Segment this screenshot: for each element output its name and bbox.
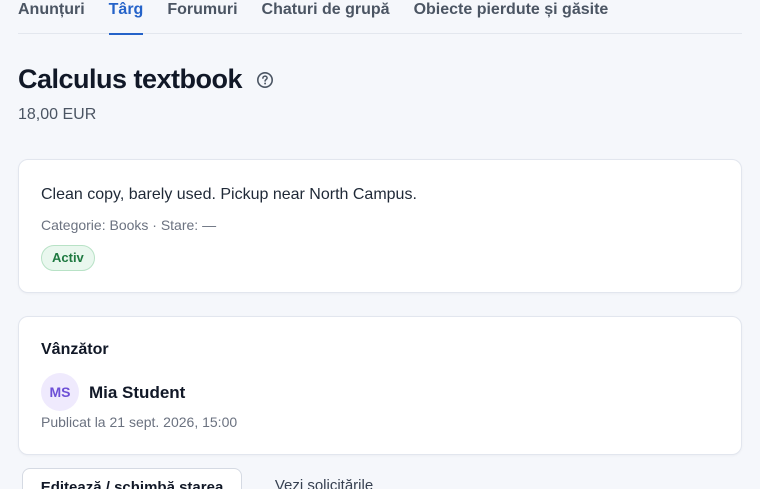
view-requests-link[interactable]: Vezi solicitările bbox=[259, 468, 389, 489]
seller-card: Vânzător MS Mia Student Publicat la 21 s… bbox=[18, 316, 742, 455]
listing-description: Clean copy, barely used. Pickup near Nor… bbox=[41, 186, 417, 203]
question-circle-icon[interactable] bbox=[256, 71, 274, 89]
nav-tabs: Anunțuri Târg Forumuri Chaturi de grupă … bbox=[18, 0, 742, 35]
tab-chaturi-de-grupa[interactable]: Chaturi de grupă bbox=[262, 0, 390, 34]
seller-name: Mia Student bbox=[89, 383, 186, 402]
seller-heading: Vânzător bbox=[41, 341, 109, 358]
edit-status-button[interactable]: Editează / schimbă starea bbox=[22, 468, 242, 489]
tab-targ[interactable]: Târg bbox=[108, 0, 143, 35]
status-badge: Activ bbox=[41, 245, 95, 271]
tab-anunturi[interactable]: Anunțuri bbox=[18, 0, 85, 34]
avatar: MS bbox=[41, 373, 79, 411]
tab-forumuri[interactable]: Forumuri bbox=[167, 0, 237, 34]
price: 18,00 EUR bbox=[18, 106, 97, 123]
published-date: Publicat la 21 sept. 2026, 15:00 bbox=[41, 414, 238, 430]
listing-meta: Categorie: Books · Stare: — bbox=[41, 217, 217, 233]
page-title: Calculus textbook bbox=[18, 64, 243, 94]
tab-obiecte-pierdute[interactable]: Obiecte pierdute și găsite bbox=[414, 0, 609, 34]
title-row: Calculus textbook bbox=[18, 64, 274, 95]
listing-details-card: Clean copy, barely used. Pickup near Nor… bbox=[18, 159, 742, 293]
